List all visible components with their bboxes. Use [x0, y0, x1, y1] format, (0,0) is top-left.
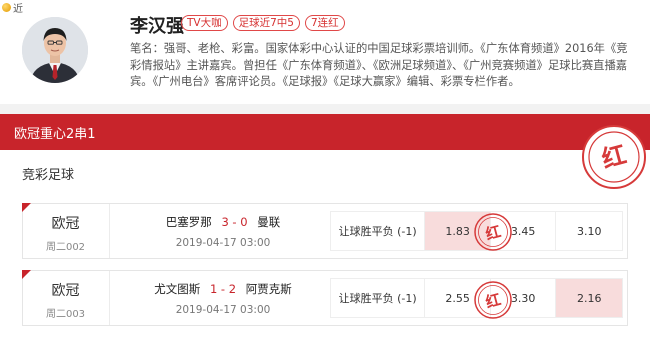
- hit-stamp-icon: 红: [474, 213, 512, 251]
- home-team: 尤文图斯: [154, 282, 201, 296]
- bet-type: 让球胜平负 (-1): [331, 212, 426, 250]
- match-code: 周二003: [45, 309, 86, 320]
- match-time: 2019-04-17 03:00: [175, 304, 271, 316]
- tag-record: 足球近7中5: [232, 15, 300, 31]
- win-stamp-icon: 红: [582, 125, 646, 189]
- plan-title: 欧冠重心2串1: [14, 127, 96, 142]
- home-team: 巴塞罗那: [165, 215, 212, 229]
- match-score: 1 - 2: [209, 282, 237, 296]
- top-strip: 近: [0, 0, 650, 15]
- odds-loss[interactable]: 2.16: [556, 279, 622, 317]
- away-team: 曼联: [257, 215, 281, 229]
- corner-marker: [22, 270, 31, 279]
- expert-tags: TV大咖 足球近7中5 7连红: [181, 15, 345, 31]
- brand-logo-icon: [2, 3, 11, 12]
- match-code: 周二002: [45, 242, 86, 253]
- expert-name: 李汉强: [130, 16, 184, 37]
- match-teams: 巴塞罗那 3 - 0 曼联: [118, 214, 328, 230]
- brand-label: 近: [13, 4, 23, 15]
- away-team: 阿贾克斯: [245, 282, 292, 296]
- match-row[interactable]: 欧冠 周二003 尤文图斯 1 - 2 阿贾克斯 2019-04-17 03:0…: [22, 270, 628, 326]
- hit-stamp-char: 红: [484, 290, 503, 311]
- tag-streak: 7连红: [304, 15, 345, 31]
- bet-type: 让球胜平负 (-1): [331, 279, 426, 317]
- avatar[interactable]: [22, 17, 88, 83]
- league-name: 欧冠: [51, 283, 80, 299]
- row-divider: [109, 271, 110, 325]
- match-teams: 尤文图斯 1 - 2 阿贾克斯: [118, 281, 328, 297]
- hit-stamp-char: 红: [484, 222, 503, 243]
- odds-loss[interactable]: 3.10: [556, 212, 622, 250]
- match-score: 3 - 0: [221, 215, 248, 229]
- brand: 近: [2, 0, 23, 15]
- avatar-portrait-icon: [22, 17, 88, 83]
- section-divider: [0, 104, 650, 114]
- corner-marker: [22, 203, 31, 212]
- expert-bio: 笔名：强哥、老枪、彩富。国家体彩中心认证的中国足球彩票培训师。《广东体育频道》2…: [130, 42, 628, 88]
- match-time: 2019-04-17 03:00: [175, 237, 271, 249]
- section-title: 竞彩足球: [22, 168, 75, 183]
- league-name: 欧冠: [51, 216, 80, 232]
- row-divider: [109, 204, 110, 258]
- match-row[interactable]: 欧冠 周二002 巴塞罗那 3 - 0 曼联 2019-04-17 03:00 …: [22, 203, 628, 259]
- hit-stamp-icon: 红: [474, 281, 512, 319]
- tag-tv: TV大咖: [181, 15, 228, 31]
- plan-banner: 欧冠重心2串1: [0, 114, 650, 150]
